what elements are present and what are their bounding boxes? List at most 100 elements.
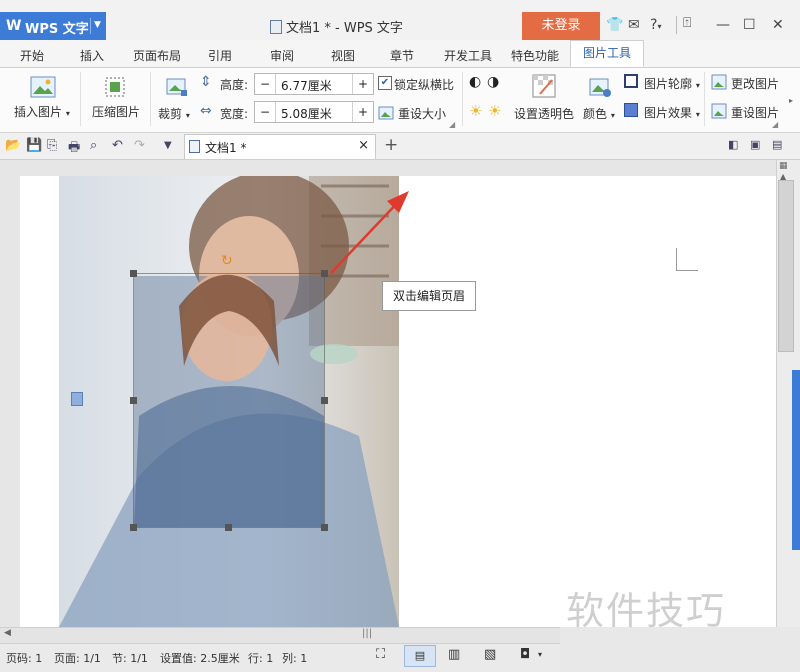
height-increase-button[interactable]: + — [352, 74, 373, 94]
chat-icon[interactable]: ✉ — [628, 17, 640, 33]
insert-picture-button[interactable]: 插入图片 ▾ — [14, 103, 70, 120]
picture-outline-button[interactable]: 图片轮廓 ▾ — [644, 75, 700, 92]
contrast-decrease-icon[interactable]: ◑ — [487, 74, 499, 90]
status-row: 行: 1 — [248, 652, 274, 665]
crop-handle-bottom-left[interactable] — [130, 524, 137, 531]
status-bar: 页码: 1 页面: 1/1 节: 1/1 设置值: 2.5厘米 行: 1 列: … — [0, 643, 560, 672]
doc-tools-icon-2[interactable]: ▣ — [750, 138, 760, 151]
change-picture-button[interactable]: 更改图片 — [731, 75, 779, 92]
new-tab-icon[interactable]: + — [384, 135, 398, 155]
tab-references[interactable]: 引用 — [208, 47, 232, 64]
edit-header-tooltip: 双击编辑页眉 — [382, 281, 476, 311]
scroll-left-icon[interactable]: ◀ — [4, 628, 11, 638]
compress-picture-icon — [105, 77, 125, 97]
reading-view-icon[interactable]: ▧ — [484, 647, 496, 662]
reset-picture-icon — [711, 103, 727, 119]
export-pdf-icon[interactable]: ⎘ — [47, 138, 57, 153]
quick-access-bar: 📂 💾 ⎘ 🖶 ⌕ ↶ ↷ ▼ 文档1 * × + ◧ ▣ ▤ — [0, 133, 800, 160]
reset-picture-button[interactable]: 重设图片 — [731, 104, 779, 121]
color-button[interactable]: 颜色 ▾ — [583, 105, 615, 122]
contrast-icon[interactable]: ◐ — [469, 74, 481, 90]
redo-icon[interactable]: ↷ — [134, 138, 145, 153]
page-view-icon[interactable]: ▤ — [404, 645, 436, 667]
status-section: 节: 1/1 — [112, 652, 148, 665]
status-column: 列: 1 — [282, 652, 308, 665]
layout-options-icon[interactable] — [71, 392, 83, 406]
document-icon — [189, 140, 200, 153]
view-dropdown-icon[interactable]: ▾ — [538, 650, 542, 659]
tab-picture-tools[interactable]: 图片工具 — [570, 40, 644, 67]
ribbon-scroll-icon[interactable]: ▸ — [789, 96, 793, 105]
height-decrease-button[interactable]: − — [255, 74, 276, 94]
doc-tools-icon-3[interactable]: ▤ — [772, 138, 782, 151]
web-view-icon[interactable]: ◘ — [520, 647, 530, 662]
height-spinner[interactable]: − 6.77厘米 + — [254, 73, 374, 95]
horizontal-scrollbar[interactable]: ◀ ||| — [0, 627, 560, 643]
watermark-text: 软件技巧 — [566, 589, 727, 633]
close-icon[interactable]: ✕ — [772, 17, 784, 33]
set-transparent-button[interactable]: 设置透明色 — [514, 105, 574, 122]
status-page-number: 页码: 1 — [6, 652, 43, 665]
print-preview-icon[interactable]: ⌕ — [90, 138, 97, 153]
rotate-handle-icon[interactable]: ↻ — [221, 253, 233, 269]
ribbon-tabs: 开始 插入 页面布局 引用 审阅 视图 章节 开发工具 特色功能 图片工具 — [0, 40, 800, 68]
upload-icon[interactable]: ⍐ — [683, 15, 691, 31]
window-title: 文档1 * - WPS 文字 — [270, 17, 403, 36]
crop-frame[interactable] — [130, 270, 328, 531]
tab-review[interactable]: 审阅 — [270, 47, 294, 64]
brightness-increase-icon[interactable]: ☀ — [469, 102, 482, 120]
shirt-icon[interactable]: 👕 — [606, 17, 623, 33]
change-picture-icon — [711, 74, 727, 90]
ruler-toggle-icon[interactable]: ▦ — [779, 161, 788, 171]
maximize-icon[interactable]: ☐ — [743, 17, 756, 33]
tab-view[interactable]: 视图 — [331, 47, 355, 64]
title-bar: W WPS 文字 ▼ 文档1 * - WPS 文字 未登录 👕 ✉ ?▾ ⍐ —… — [0, 0, 800, 41]
lock-ratio-label[interactable]: 锁定纵横比 — [394, 76, 454, 93]
crop-button[interactable]: 裁剪 ▾ — [158, 105, 190, 122]
scroll-grip-icon[interactable]: ||| — [362, 628, 372, 639]
red-arrow-annotation — [330, 191, 409, 274]
minimize-icon[interactable]: — — [716, 17, 730, 33]
tab-page-layout[interactable]: 页面布局 — [133, 47, 181, 64]
save-icon[interactable]: 💾 — [26, 138, 42, 153]
crop-icon — [166, 78, 187, 96]
width-decrease-button[interactable]: − — [255, 102, 276, 122]
outline-view-icon[interactable]: ▥ — [448, 647, 460, 662]
height-value[interactable]: 6.77厘米 — [281, 77, 332, 94]
print-icon[interactable]: 🖶 — [68, 138, 80, 160]
tab-home[interactable]: 开始 — [20, 47, 44, 64]
compress-picture-button[interactable]: 压缩图片 — [92, 103, 140, 120]
picture-effects-button[interactable]: 图片效果 ▾ — [644, 104, 700, 121]
crop-handle-bottom-right[interactable] — [321, 524, 328, 531]
brightness-decrease-icon[interactable]: ☀ — [488, 102, 501, 120]
vertical-scroll-thumb[interactable] — [778, 180, 794, 352]
width-spinner[interactable]: − 5.08厘米 + — [254, 101, 374, 123]
chevron-down-icon[interactable]: ▼ — [94, 20, 101, 30]
quick-access-dropdown-icon[interactable]: ▼ — [164, 140, 172, 151]
login-button[interactable]: 未登录 — [522, 12, 600, 40]
crop-handle-top-left[interactable] — [130, 270, 137, 277]
undo-icon[interactable]: ↶ — [112, 138, 123, 153]
width-increase-button[interactable]: + — [352, 102, 373, 122]
lock-ratio-checkbox[interactable]: ✔ — [378, 76, 392, 90]
width-value[interactable]: 5.08厘米 — [281, 105, 332, 122]
tab-chapter[interactable]: 章节 — [390, 47, 414, 64]
help-icon[interactable]: ?▾ — [650, 17, 661, 33]
app-menu-button[interactable]: W WPS 文字 ▼ — [0, 12, 106, 40]
doc-tools-icon-1[interactable]: ◧ — [728, 138, 738, 151]
crop-handle-right[interactable] — [321, 397, 328, 404]
reset-size-button[interactable]: 重设大小 — [398, 105, 446, 122]
fullscreen-icon[interactable]: ⛶ — [376, 647, 385, 662]
crop-handle-bottom[interactable] — [225, 524, 232, 531]
close-tab-icon[interactable]: × — [358, 138, 369, 153]
tab-features[interactable]: 特色功能 — [511, 47, 559, 64]
document-tab[interactable]: 文档1 * × — [184, 134, 376, 159]
picture-dialog-launcher-icon[interactable]: ◢ — [772, 120, 778, 129]
open-folder-icon[interactable]: 📂 — [5, 138, 21, 153]
crop-handle-left[interactable] — [130, 397, 137, 404]
side-panel-tab[interactable] — [792, 370, 800, 550]
document-icon — [270, 20, 282, 34]
tab-insert[interactable]: 插入 — [80, 47, 104, 64]
size-dialog-launcher-icon[interactable]: ◢ — [449, 120, 455, 129]
tab-developer[interactable]: 开发工具 — [444, 47, 492, 64]
